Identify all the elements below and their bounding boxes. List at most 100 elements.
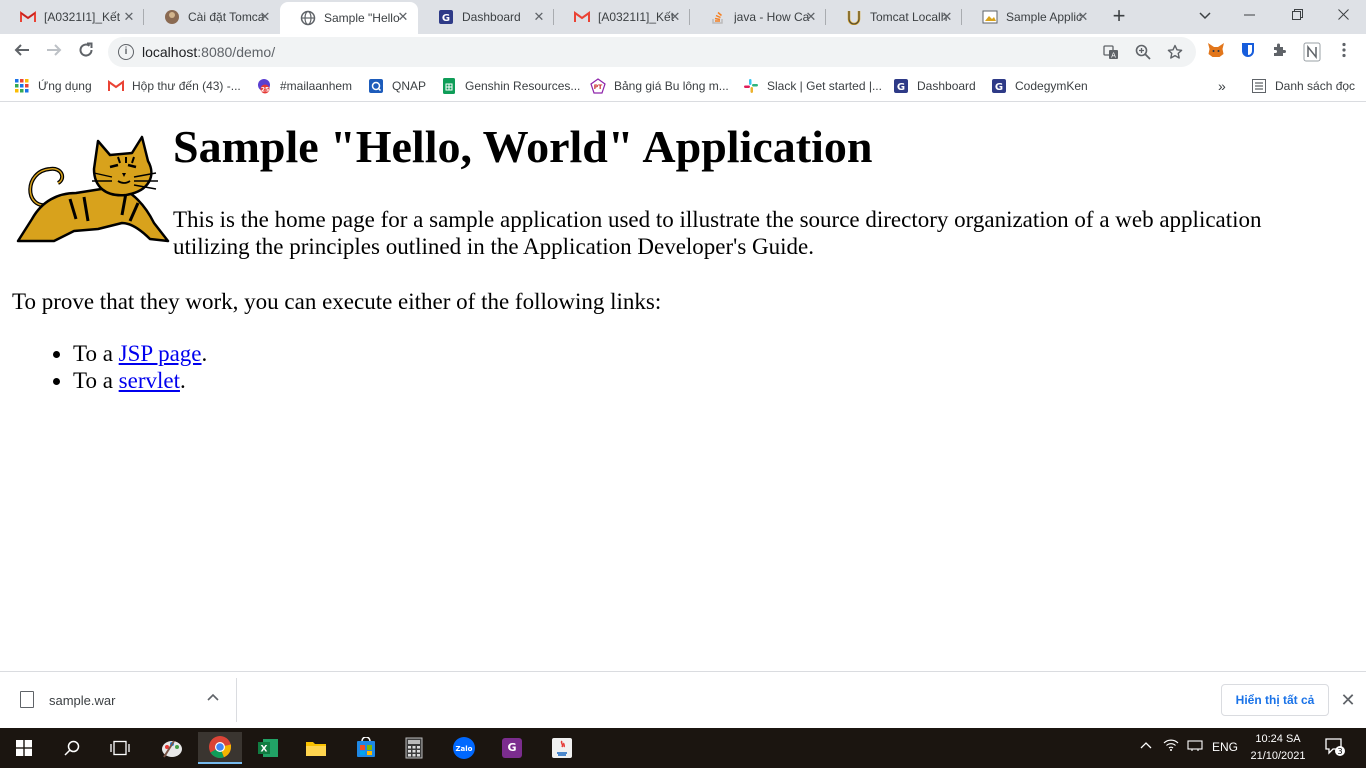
bookmark-mailaanhem[interactable]: 25 #mailaanhem <box>256 76 352 96</box>
tomcat-logo <box>14 131 170 245</box>
close-tab-icon[interactable]: ✕ <box>940 10 954 24</box>
calculator-icon[interactable] <box>392 732 436 764</box>
close-shelf-icon[interactable]: ✕ <box>1339 690 1357 710</box>
close-tab-icon[interactable]: ✕ <box>258 10 272 24</box>
close-tab-icon[interactable]: ✕ <box>532 10 546 24</box>
tab-gmail-2[interactable]: [A0321I1]_Kết ✕ <box>554 0 690 34</box>
new-tab-button[interactable]: + <box>1108 5 1130 27</box>
reading-list-button[interactable]: Danh sách đọc <box>1251 76 1355 96</box>
bookmark-badge-count: 25 <box>261 87 269 94</box>
chevron-up-icon[interactable] <box>205 690 221 704</box>
notification-center-icon[interactable]: 3 <box>1324 737 1346 760</box>
close-tab-icon[interactable]: ✕ <box>1076 10 1090 24</box>
reload-button[interactable] <box>74 40 98 64</box>
bitwarden-icon[interactable] <box>1238 42 1258 62</box>
task-view-icon[interactable] <box>98 732 142 764</box>
bookmark-bulong[interactable]: PT Bảng giá Bu lông m... <box>590 76 729 96</box>
jsp-page-link[interactable]: JSP page <box>119 341 202 366</box>
close-window-button[interactable] <box>1331 5 1355 25</box>
file-icon <box>20 691 34 708</box>
windows-taskbar: X Zalo G ENG 10:24 SA 21/10/2021 3 <box>0 728 1366 768</box>
close-tab-icon[interactable]: ✕ <box>396 10 410 24</box>
links-list: To a JSP page. To a servlet. <box>0 340 207 394</box>
bookmark-gmail-inbox[interactable]: Hộp thư đến (43) -... <box>108 76 241 96</box>
address-bar[interactable]: i localhost:8080/demo/ A <box>108 37 1196 67</box>
pdf-app-icon[interactable]: G <box>490 732 534 764</box>
metamask-icon[interactable] <box>1206 42 1226 62</box>
pt-icon: PT <box>590 78 606 94</box>
list-item-suffix: . <box>201 341 208 366</box>
url-text[interactable]: localhost:8080/demo/ <box>142 44 275 60</box>
bookmark-apps[interactable]: Ứng dụng <box>14 76 92 96</box>
java-icon[interactable] <box>540 732 584 764</box>
show-all-downloads-button[interactable]: Hiển thị tất cả <box>1221 684 1329 716</box>
codegym-icon: G <box>991 78 1007 94</box>
prove-paragraph: To prove that they work, you can execute… <box>12 289 662 314</box>
close-tab-icon[interactable]: ✕ <box>804 10 818 24</box>
zoom-icon[interactable] <box>1134 44 1152 62</box>
tab-title: [A0321I1]_Kết <box>44 10 121 24</box>
svg-text:Zalo: Zalo <box>455 745 472 753</box>
forward-button[interactable] <box>42 40 66 64</box>
list-item-servlet: To a servlet. <box>73 367 207 394</box>
page-title: Sample "Hello, World" Application <box>173 121 873 172</box>
codegym-icon: G <box>893 78 909 94</box>
translate-icon[interactable]: A <box>1102 44 1120 62</box>
windows-start-icon[interactable] <box>2 732 46 764</box>
bookmark-overflow-button[interactable]: » <box>1218 76 1226 96</box>
notification-count: 3 <box>1337 747 1342 756</box>
back-button[interactable] <box>10 40 34 64</box>
network-icon[interactable] <box>1187 739 1203 754</box>
bookmark-qnap[interactable]: QNAP <box>368 76 426 96</box>
system-clock[interactable]: 10:24 SA 21/10/2021 <box>1244 731 1312 765</box>
bookmark-codegymken[interactable]: G CodegymKen <box>991 76 1088 96</box>
bookmark-slack[interactable]: Slack | Get started |... <box>743 76 882 96</box>
bookmark-star-icon[interactable] <box>1166 44 1184 62</box>
qnap-icon <box>368 78 384 94</box>
tab-stackoverflow[interactable]: java - How Ca ✕ <box>690 0 826 34</box>
chrome-taskbar-icon[interactable] <box>198 732 242 764</box>
bookmarks-bar: Ứng dụng Hộp thư đến (43) -... 25 #maila… <box>0 70 1366 102</box>
tab-sample-application[interactable]: Sample Applic ✕ <box>962 0 1098 34</box>
svg-text:G: G <box>897 82 905 93</box>
restore-button[interactable] <box>1285 5 1309 25</box>
extensions-puzzle-icon[interactable] <box>1270 42 1290 62</box>
tab-gmail-1[interactable]: [A0321I1]_Kết ✕ <box>0 0 144 34</box>
menu-kebab-icon[interactable] <box>1334 42 1354 62</box>
list-item-prefix: To a <box>73 341 119 366</box>
url-path: :8080/demo/ <box>197 44 276 60</box>
bookmark-label: Slack | Get started |... <box>767 79 882 93</box>
intro-paragraph: This is the home page for a sample appli… <box>173 207 1262 259</box>
excel-icon[interactable]: X <box>246 732 290 764</box>
site-info-icon[interactable]: i <box>118 44 134 60</box>
bookmark-dashboard[interactable]: G Dashboard <box>893 76 976 96</box>
svg-text:PT: PT <box>594 84 603 91</box>
close-tab-icon[interactable]: ✕ <box>122 10 136 24</box>
paint-app-icon[interactable] <box>150 732 194 764</box>
tab-dashboard[interactable]: G Dashboard ✕ <box>418 0 554 34</box>
zalo-icon[interactable]: Zalo <box>442 732 486 764</box>
search-icon[interactable] <box>50 732 94 764</box>
apps-grid-icon <box>14 78 30 94</box>
profile-avatar-icon[interactable] <box>1302 42 1322 62</box>
tab-sample-hello[interactable]: Sample "Hello ✕ <box>280 2 418 34</box>
tab-tomcat-localhost[interactable]: Tomcat Localh ✕ <box>826 0 962 34</box>
tab-search-icon[interactable] <box>1193 5 1217 25</box>
minimize-button[interactable] <box>1237 5 1261 25</box>
servlet-link[interactable]: servlet <box>119 368 180 393</box>
tab-tomcat-setup[interactable]: Cài đặt Tomca ✕ <box>144 0 280 34</box>
download-filename[interactable]: sample.war <box>49 693 115 708</box>
url-host: localhost <box>142 44 198 60</box>
tomcat-icon <box>846 9 862 25</box>
app-store-icon[interactable] <box>344 732 388 764</box>
bookmark-genshin[interactable]: Genshin Resources... <box>441 76 580 96</box>
close-tab-icon[interactable]: ✕ <box>668 10 682 24</box>
clock-time: 10:24 SA <box>1255 733 1301 745</box>
browser-toolbar: i localhost:8080/demo/ A <box>0 34 1366 70</box>
file-explorer-icon[interactable] <box>294 732 338 764</box>
language-indicator[interactable]: ENG <box>1212 740 1238 754</box>
show-hidden-icons-icon[interactable] <box>1140 738 1152 752</box>
svg-text:G: G <box>507 741 516 754</box>
wifi-icon[interactable] <box>1163 739 1179 754</box>
bookmark-label: Hộp thư đến (43) -... <box>132 79 241 93</box>
